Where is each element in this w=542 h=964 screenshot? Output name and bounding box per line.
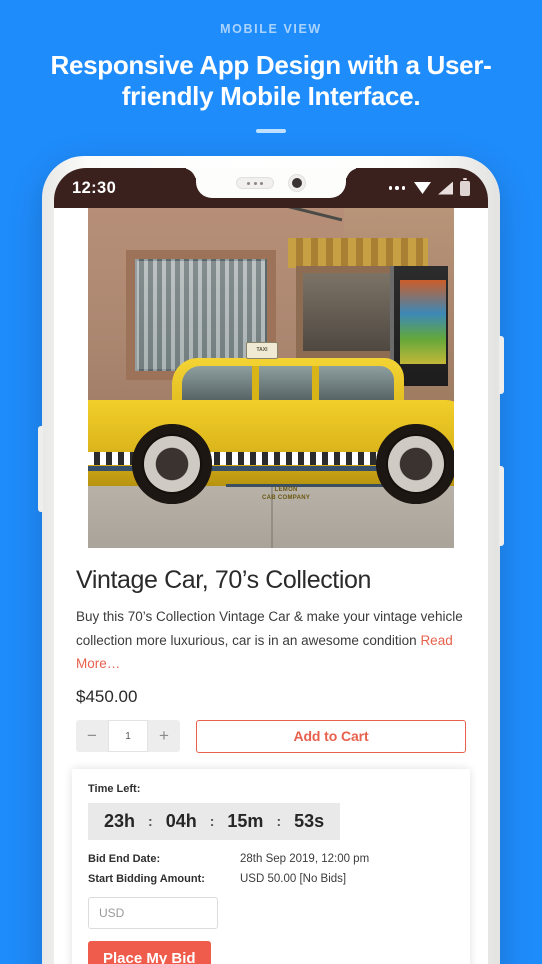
promo-title: Responsive App Design with a User-friend… xyxy=(50,50,492,111)
promo-divider xyxy=(256,129,286,134)
quantity-stepper: − + xyxy=(76,720,180,753)
photo-taxi-car: TAXI LEMON CAB COMPANY xyxy=(88,342,454,504)
bidding-card: Time Left: 23h : 04h : 15m : 53s Bid End… xyxy=(72,768,470,964)
bid-info-rows: Bid End Date: 28th Sep 2019, 12:00 pm St… xyxy=(88,853,454,885)
time-left-label: Time Left: xyxy=(88,782,141,795)
product-description-text: Buy this 70’s Collection Vintage Car & m… xyxy=(76,609,463,648)
timer-separator: : xyxy=(148,813,153,830)
quantity-decrement-button[interactable]: − xyxy=(76,720,108,753)
product-description: Buy this 70’s Collection Vintage Car & m… xyxy=(76,605,466,676)
status-bar: 12:30 xyxy=(54,168,488,208)
power-button[interactable] xyxy=(499,336,504,394)
photo-wood-panel xyxy=(288,238,428,268)
place-bid-button[interactable]: Place My Bid xyxy=(88,940,211,964)
battery-icon xyxy=(460,178,470,196)
promo-eyebrow: MOBILE VIEW xyxy=(220,22,322,36)
timer-days: 23h xyxy=(104,810,136,831)
timer-separator: : xyxy=(276,813,282,830)
speaker-grille-icon xyxy=(236,177,274,189)
bid-end-date-label: Bid End Date: xyxy=(88,852,161,865)
product-title: Vintage Car, 70’s Collection xyxy=(76,566,372,594)
more-dots-icon xyxy=(388,186,405,190)
purchase-row: − + Add to Cart xyxy=(76,719,466,753)
quantity-increment-button[interactable]: + xyxy=(148,720,180,753)
bid-end-date-value: 28th Sep 2019, 12:00 pm xyxy=(240,852,370,865)
add-to-cart-button[interactable]: Add to Cart xyxy=(196,719,466,753)
bid-amount-input[interactable] xyxy=(88,896,218,929)
secondary-side-button[interactable] xyxy=(499,466,504,546)
timer-hours: 04h xyxy=(165,810,197,831)
timer-separator: : xyxy=(209,813,215,830)
product-image[interactable]: TAXI LEMON CAB COMPANY xyxy=(88,208,454,548)
photo-rear-wheel xyxy=(376,424,454,504)
photo-door-logo: LEMON CAB COMPANY xyxy=(262,487,311,502)
photo-front-wheel xyxy=(132,424,212,504)
photo-taxi-sign: TAXI xyxy=(246,342,278,359)
quantity-input[interactable] xyxy=(108,720,148,753)
countdown-timer: 23h : 04h : 15m : 53s xyxy=(88,802,341,840)
status-time: 12:30 xyxy=(72,178,117,197)
product-price: $450.00 xyxy=(76,686,138,706)
promo-header: MOBILE VIEW Responsive App Design with a… xyxy=(0,0,542,134)
volume-button[interactable] xyxy=(38,426,43,512)
phone-screen: 12:30 TAXI LEMON CAB COMPANY Vintage Car… xyxy=(54,168,488,964)
status-icons xyxy=(388,178,470,196)
front-camera-icon xyxy=(288,174,306,192)
start-amount-label: Start Bidding Amount: xyxy=(88,872,205,885)
signal-icon xyxy=(438,181,453,195)
start-amount-row: Start Bidding Amount: USD 50.00 [No Bids… xyxy=(88,873,454,885)
timer-minutes: 15m xyxy=(227,810,264,831)
phone-mockup: 12:30 TAXI LEMON CAB COMPANY Vintage Car… xyxy=(38,156,504,964)
start-amount-value: USD 50.00 [No Bids] xyxy=(240,872,347,885)
wifi-icon xyxy=(414,182,431,194)
bid-end-date-row: Bid End Date: 28th Sep 2019, 12:00 pm xyxy=(88,853,454,865)
product-details: Vintage Car, 70’s Collection Buy this 70… xyxy=(54,548,488,753)
phone-notch xyxy=(196,168,346,198)
app-content: TAXI LEMON CAB COMPANY Vintage Car, 70’s … xyxy=(54,208,488,964)
timer-seconds: 53s xyxy=(294,810,325,831)
